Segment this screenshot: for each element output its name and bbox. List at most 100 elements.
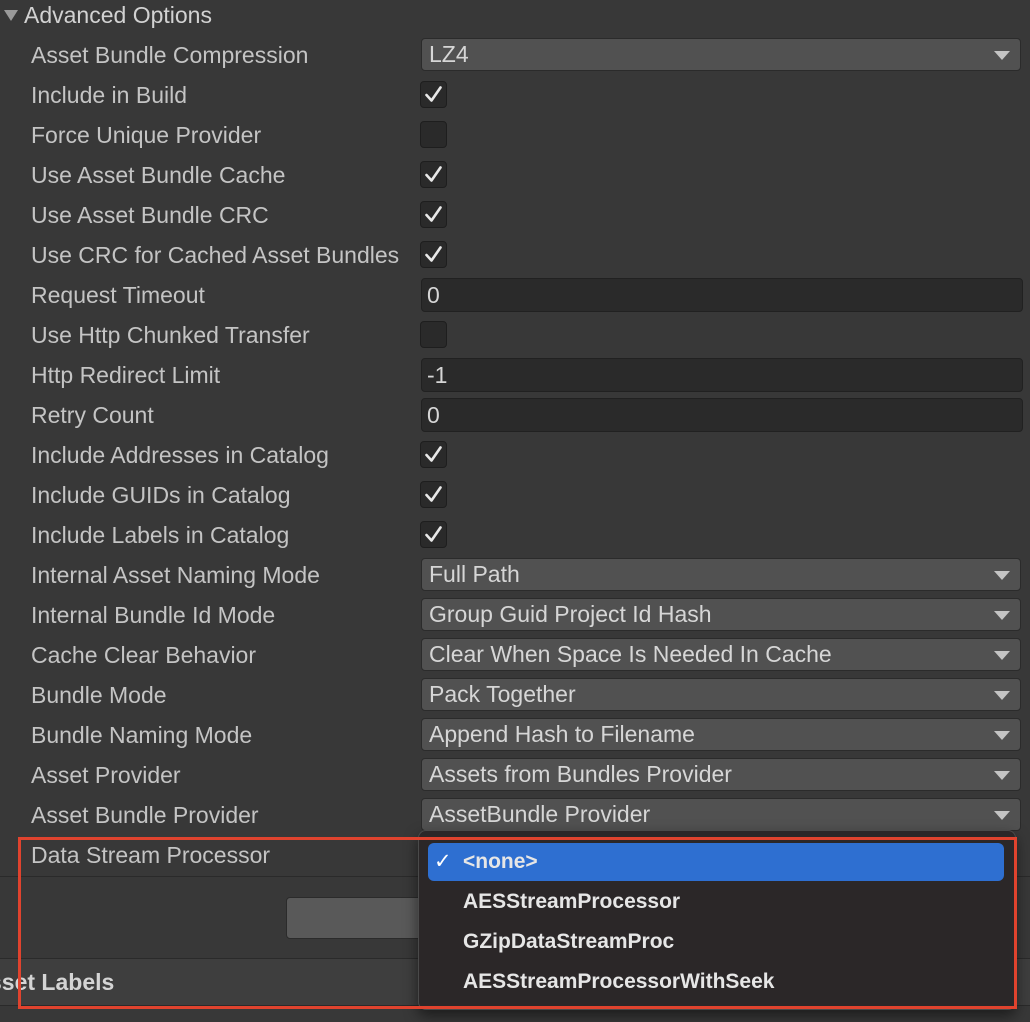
field-label: Include GUIDs in Catalog [31,482,291,508]
chevron-down-icon [994,731,1010,740]
field-label: Bundle Naming Mode [31,722,253,748]
field-row: Asset Provider Assets from Bundles Provid… [0,755,1030,795]
chevron-down-icon [994,571,1010,580]
field-label: Use CRC for Cached Asset Bundles [31,242,400,268]
field-dropdown[interactable]: Append Hash to Filename [421,718,1021,751]
checkmark-icon [425,164,442,184]
checkmark-icon [425,244,442,264]
menu-option[interactable]: AESStreamProcessorWithSeek [428,963,1004,1001]
chevron-down-icon [994,651,1010,660]
field-label: Data Stream Processor [31,842,271,868]
section-title: Advanced Options [24,1,212,28]
menu-option[interactable]: GZipDataStreamProc [428,923,1004,961]
field-label: Asset Bundle Compression [31,42,309,68]
field-row: Asset Bundle Provider AssetBundle Provide… [0,795,1030,835]
field-label: Use Asset Bundle Cache [31,162,286,188]
field-dropdown[interactable]: Clear When Space Is Needed In Cache [421,638,1021,671]
field-checkbox[interactable] [420,441,447,468]
field-row: Cache Clear Behavior Clear When Space Is … [0,635,1030,675]
field-input[interactable]: -1 [421,358,1023,392]
field-label: Include Labels in Catalog [31,522,290,548]
field-checkbox[interactable] [420,121,447,148]
menu-option[interactable]: AESStreamProcessor [428,883,1004,921]
field-checkbox[interactable] [420,161,447,188]
field-label: Cache Clear Behavior [31,642,257,668]
field-label: Bundle Mode [31,682,167,708]
field-dropdown[interactable]: Pack Together [421,678,1021,711]
dropdown-value: Group Guid Project Id Hash [429,601,712,627]
checkmark-icon: ✓ [434,850,452,873]
field-row: Force Unique Provider [0,115,1030,155]
field-dropdown[interactable]: Full Path [421,558,1021,591]
field-checkbox[interactable] [420,481,447,508]
field-row: Use Asset Bundle CRC [0,195,1030,235]
field-checkbox[interactable] [420,201,447,228]
field-checkbox[interactable] [420,241,447,268]
field-label: Include Addresses in Catalog [31,442,329,468]
field-label: Use Http Chunked Transfer [31,322,310,348]
dropdown-value: Full Path [429,561,520,587]
menu-option-label: <none> [463,850,538,873]
input-value: -1 [427,362,448,388]
field-row: Bundle Naming Mode Append Hash to Filenam… [0,715,1030,755]
field-row: Include in Build [0,75,1030,115]
input-value: 0 [427,402,440,428]
field-input[interactable]: 0 [421,278,1023,312]
field-row: Internal Bundle Id Mode Group Guid Projec… [0,595,1030,635]
field-dropdown[interactable]: Assets from Bundles Provider [421,758,1021,791]
data-stream-processor-popup: ✓ <none> AESStreamProcessor GZipDataStreamP… [418,830,1016,1010]
field-label: Internal Bundle Id Mode [31,602,276,628]
field-row: Use Asset Bundle Cache [0,155,1030,195]
field-label: Force Unique Provider [31,122,262,148]
field-label: Asset Bundle Provider [31,802,259,828]
field-label: Include in Build [31,82,187,108]
field-label: Internal Asset Naming Mode [31,562,320,588]
chevron-down-icon [994,811,1010,820]
chevron-down-icon [994,771,1010,780]
field-dropdown[interactable]: LZ4 [421,38,1021,71]
dropdown-value: Clear When Space Is Needed In Cache [429,641,832,667]
input-value: 0 [427,282,440,308]
action-button[interactable] [286,897,426,939]
field-row: Use CRC for Cached Asset Bundles [0,235,1030,275]
chevron-down-icon [994,51,1010,60]
checkmark-icon [425,444,442,464]
field-label: Retry Count [31,402,154,428]
field-row: Bundle Mode Pack Together [0,675,1030,715]
checkmark-icon [425,84,442,104]
checkmark-icon [425,204,442,224]
dropdown-value: AssetBundle Provider [429,801,651,827]
field-label: Http Redirect Limit [31,362,221,388]
chevron-down-icon [994,611,1010,620]
field-row: Request Timeout 0 [0,275,1030,315]
field-row: Include Labels in Catalog [0,515,1030,555]
field-label: Use Asset Bundle CRC [31,202,269,228]
field-dropdown[interactable]: AssetBundle Provider [421,798,1021,831]
menu-option-label: AESStreamProcessor [463,890,681,913]
asset-labels-title: sset Labels [0,969,115,995]
field-label: Asset Provider [31,762,181,788]
field-checkbox[interactable] [420,521,447,548]
menu-option[interactable]: ✓ <none> [428,843,1004,881]
field-row: Retry Count 0 [0,395,1030,435]
dropdown-value: Append Hash to Filename [429,721,695,747]
field-label: Request Timeout [31,282,205,308]
dropdown-value: LZ4 [429,41,469,67]
menu-option-label: GZipDataStreamProc [463,930,675,953]
field-checkbox[interactable] [420,81,447,108]
field-row: Asset Bundle Compression LZ4 [0,35,1030,75]
dropdown-value: Assets from Bundles Provider [429,761,732,787]
field-row: Include Addresses in Catalog [0,435,1030,475]
field-checkbox[interactable] [420,321,447,348]
field-row: Http Redirect Limit -1 [0,355,1030,395]
field-dropdown[interactable]: Group Guid Project Id Hash [421,598,1021,631]
field-row: Use Http Chunked Transfer [0,315,1030,355]
advanced-options-header[interactable]: Advanced Options [0,0,1030,30]
field-row: Include GUIDs in Catalog [0,475,1030,515]
field-row: Internal Asset Naming Mode Full Path [0,555,1030,595]
field-input[interactable]: 0 [421,398,1023,432]
checkmark-icon [425,524,442,544]
foldout-triangle-icon[interactable] [4,9,18,21]
chevron-down-icon [994,691,1010,700]
checkmark-icon [425,484,442,504]
